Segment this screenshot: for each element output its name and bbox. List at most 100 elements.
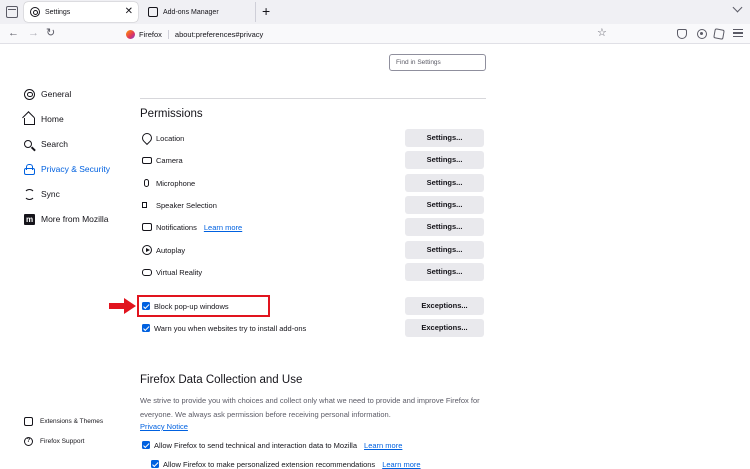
firefox-view-icon[interactable]: [6, 6, 18, 18]
tab-label: Add-ons Manager: [163, 8, 219, 16]
checkbox-label[interactable]: Warn you when websites try to install ad…: [154, 324, 306, 333]
notification-icon: [142, 223, 152, 231]
sidebar-item-sync[interactable]: Sync: [24, 186, 60, 202]
block-popups-checkbox[interactable]: [142, 302, 150, 310]
tab-label: Settings: [45, 8, 71, 16]
permission-row-notifications: Notifications Learn more: [142, 219, 242, 235]
permission-label: Camera: [156, 155, 183, 165]
permission-row-autoplay: Autoplay: [142, 242, 185, 258]
permissions-heading: Permissions: [140, 108, 203, 120]
vr-icon: [142, 268, 152, 276]
popup-exceptions-button[interactable]: Exceptions...: [405, 297, 484, 315]
location-icon: [139, 130, 155, 146]
tab-settings[interactable]: Settings ✕: [24, 2, 138, 22]
gear-icon: [30, 7, 40, 17]
sidebar-extensions-themes-link[interactable]: Extensions & Themes: [24, 415, 103, 427]
sidebar-item-label: Search: [41, 139, 68, 149]
permission-row-speaker-selection: Speaker Selection: [142, 197, 217, 213]
data-collection-description: We strive to provide you with choices an…: [140, 396, 480, 419]
data-collection-heading: Firefox Data Collection and Use: [140, 374, 303, 386]
permission-label: Notifications: [156, 222, 197, 232]
technical-data-learn-more-link[interactable]: Learn more: [364, 441, 402, 450]
checkbox-label[interactable]: Allow Firefox to make personalized exten…: [163, 460, 375, 469]
close-icon[interactable]: ✕: [125, 6, 133, 18]
block-popups-row: Block pop-up windows: [142, 299, 229, 313]
privacy-notice-link[interactable]: Privacy Notice: [140, 422, 188, 431]
sidebar-item-search[interactable]: Search: [24, 136, 68, 152]
extension-recommendations-checkbox[interactable]: [151, 460, 159, 468]
microphone-icon: [144, 179, 149, 187]
microphone-settings-button[interactable]: Settings...: [405, 174, 484, 192]
reload-button[interactable]: ↻: [46, 27, 55, 40]
sidebar-item-home[interactable]: Home: [24, 111, 64, 127]
sidebar-item-label: Privacy & Security: [41, 164, 110, 174]
url-bar[interactable]: Firefox about:preferences#privacy: [120, 25, 614, 43]
extensions-icon[interactable]: [713, 28, 725, 40]
autoplay-settings-button[interactable]: Settings...: [405, 241, 484, 259]
lock-icon: [24, 163, 35, 175]
mozilla-icon: m: [24, 213, 35, 225]
permission-row-camera: Camera: [142, 152, 183, 168]
permission-label: Speaker Selection: [156, 200, 217, 210]
nav-bar: ← → ↻ Firefox about:preferences#privacy …: [0, 24, 750, 44]
permission-label: Virtual Reality: [156, 267, 203, 277]
technical-data-checkbox[interactable]: [142, 441, 150, 449]
identity-label[interactable]: Firefox: [139, 29, 169, 39]
permission-label: Microphone: [156, 178, 196, 188]
chevron-down-icon[interactable]: [732, 2, 743, 13]
checkbox-label[interactable]: Allow Firefox to send technical and inte…: [154, 441, 357, 450]
forward-button[interactable]: →: [28, 27, 39, 40]
search-icon: [24, 140, 32, 148]
sidebar-item-privacy-security[interactable]: Privacy & Security: [24, 161, 110, 177]
sidebar-item-label: Home: [41, 114, 64, 124]
sidebar-item-label: Sync: [41, 189, 60, 199]
permission-row-virtual-reality: Virtual Reality: [142, 264, 202, 280]
technical-data-row: Allow Firefox to send technical and inte…: [142, 438, 402, 452]
permission-label: Location: [156, 133, 185, 143]
sidebar-firefox-support-link[interactable]: ? Firefox Support: [24, 435, 84, 447]
extension-recommendations-learn-more-link[interactable]: Learn more: [382, 460, 420, 469]
sidebar-item-label: General: [41, 89, 72, 99]
account-icon[interactable]: [697, 29, 707, 39]
warn-addons-row: Warn you when websites try to install ad…: [142, 321, 306, 335]
hamburger-menu-icon[interactable]: [733, 29, 743, 37]
red-arrow-annotation: [109, 298, 136, 314]
gear-icon: [24, 88, 35, 100]
camera-settings-button[interactable]: Settings...: [405, 151, 484, 169]
sidebar-foot-label: Extensions & Themes: [40, 417, 104, 425]
sync-icon: [24, 188, 35, 200]
notifications-learn-more-link[interactable]: Learn more: [204, 223, 242, 232]
vr-settings-button[interactable]: Settings...: [405, 263, 484, 281]
search-input[interactable]: Find in Settings: [389, 54, 486, 71]
location-settings-button[interactable]: Settings...: [405, 129, 484, 147]
firefox-logo-icon: [126, 29, 135, 39]
pocket-icon[interactable]: [677, 29, 687, 39]
home-icon: [24, 117, 35, 125]
checkbox-label[interactable]: Block pop-up windows: [154, 302, 229, 311]
warn-addons-checkbox[interactable]: [142, 324, 150, 332]
bookmark-star-icon[interactable]: ☆: [597, 27, 607, 40]
autoplay-icon: [142, 245, 152, 255]
addons-exceptions-button[interactable]: Exceptions...: [405, 319, 484, 337]
sidebar-item-more-from-mozilla[interactable]: m More from Mozilla: [24, 211, 109, 227]
sidebar-item-label: More from Mozilla: [41, 214, 109, 224]
section-divider: [140, 98, 486, 99]
url-text[interactable]: about:preferences#privacy: [175, 30, 263, 39]
permission-label: Autoplay: [156, 245, 186, 255]
speaker-icon: [142, 202, 147, 208]
camera-icon: [142, 156, 152, 164]
tab-strip: Settings ✕ Add-ons Manager +: [0, 0, 750, 24]
permission-row-microphone: Microphone: [142, 175, 195, 191]
tab-addons-manager[interactable]: Add-ons Manager: [142, 2, 256, 22]
new-tab-button[interactable]: +: [262, 3, 270, 19]
sidebar-foot-label: Firefox Support: [40, 437, 85, 445]
speaker-settings-button[interactable]: Settings...: [405, 196, 484, 214]
extension-recommendations-row: Allow Firefox to make personalized exten…: [151, 457, 421, 469]
sidebar-item-general[interactable]: General: [24, 86, 71, 102]
puzzle-icon: [24, 416, 33, 426]
permission-row-location: Location: [139, 130, 185, 146]
help-icon: ?: [24, 436, 33, 446]
back-button[interactable]: ←: [8, 27, 19, 40]
puzzle-icon: [148, 7, 158, 17]
notifications-settings-button[interactable]: Settings...: [405, 218, 484, 236]
